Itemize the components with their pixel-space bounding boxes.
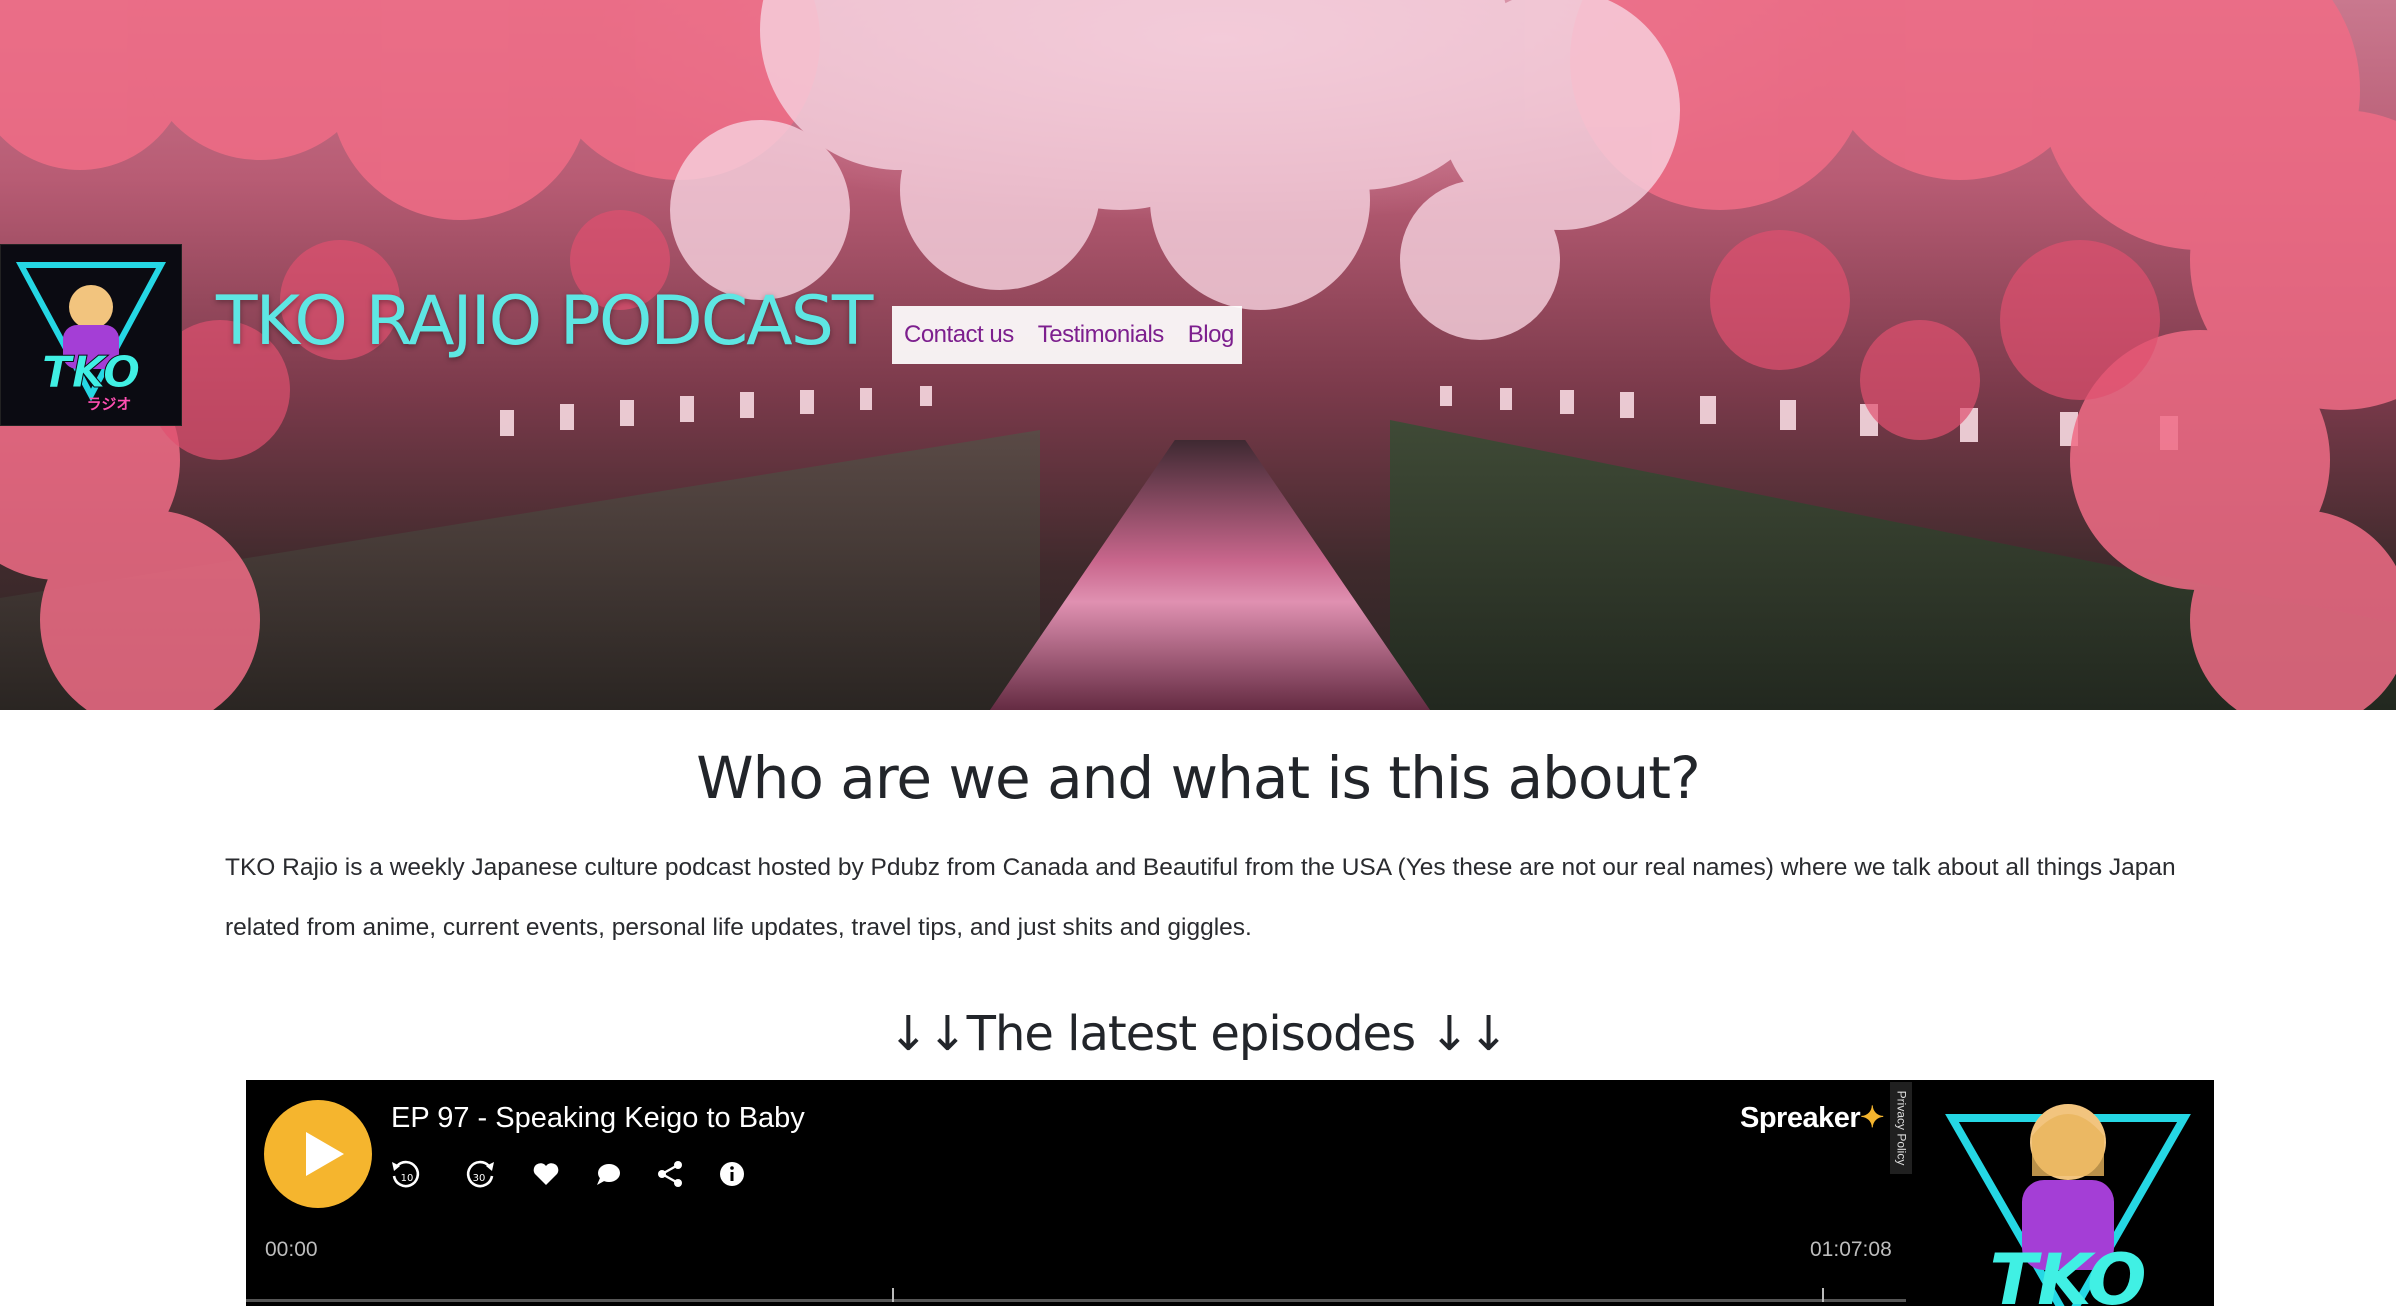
time-total: 01:07:08 (1810, 1238, 1892, 1261)
time-elapsed: 00:00 (265, 1238, 318, 1261)
podcast-player: EP 97 - Speaking Keigo to Baby 10 30 00:… (246, 1080, 2214, 1306)
progress-bar[interactable] (246, 1288, 1906, 1302)
site-logo[interactable]: TKO ラジオ (0, 244, 182, 426)
about-heading: Who are we and what is this about? (696, 744, 1700, 812)
episode-title[interactable]: EP 97 - Speaking Keigo to Baby (391, 1102, 805, 1135)
hero-banner: TKO ラジオ TKO RAJIO PODCAST Contact us Tes… (0, 0, 2396, 710)
forward-30-icon[interactable]: 30 (460, 1154, 500, 1194)
heart-icon[interactable] (526, 1154, 566, 1194)
star-icon: ✦ (1860, 1102, 1884, 1134)
about-description: TKO Rajio is a weekly Japanese culture p… (225, 854, 2176, 941)
rewind-10-icon[interactable]: 10 (386, 1154, 426, 1194)
main-nav: Contact us Testimonials Blog (892, 306, 1242, 364)
svg-text:ラジオ: ラジオ (87, 395, 132, 413)
latest-episodes-heading: ↓↓The latest episodes ↓↓ (888, 1006, 1509, 1062)
share-icon[interactable] (650, 1154, 690, 1194)
nav-testimonials[interactable]: Testimonials (1038, 321, 1165, 349)
nav-blog[interactable]: Blog (1188, 321, 1235, 349)
svg-text:TKO: TKO (1989, 1239, 2146, 1306)
episode-cover-art: TKO (1922, 1080, 2214, 1306)
play-icon (306, 1132, 344, 1176)
nav-contact-us[interactable]: Contact us (904, 321, 1014, 349)
progress-tick (1822, 1288, 1824, 1302)
comment-icon[interactable] (588, 1154, 628, 1194)
info-icon[interactable] (712, 1154, 752, 1194)
spreaker-brand[interactable]: Spreaker✦ (1740, 1100, 1884, 1135)
svg-text:10: 10 (401, 1173, 414, 1184)
progress-tick (892, 1288, 894, 1302)
svg-text:30: 30 (473, 1173, 486, 1184)
svg-text:TKO: TKO (42, 347, 141, 398)
privacy-policy-link[interactable]: Privacy Policy (1890, 1082, 1912, 1174)
play-button[interactable] (264, 1100, 372, 1208)
site-title[interactable]: TKO RAJIO PODCAST (216, 288, 873, 356)
